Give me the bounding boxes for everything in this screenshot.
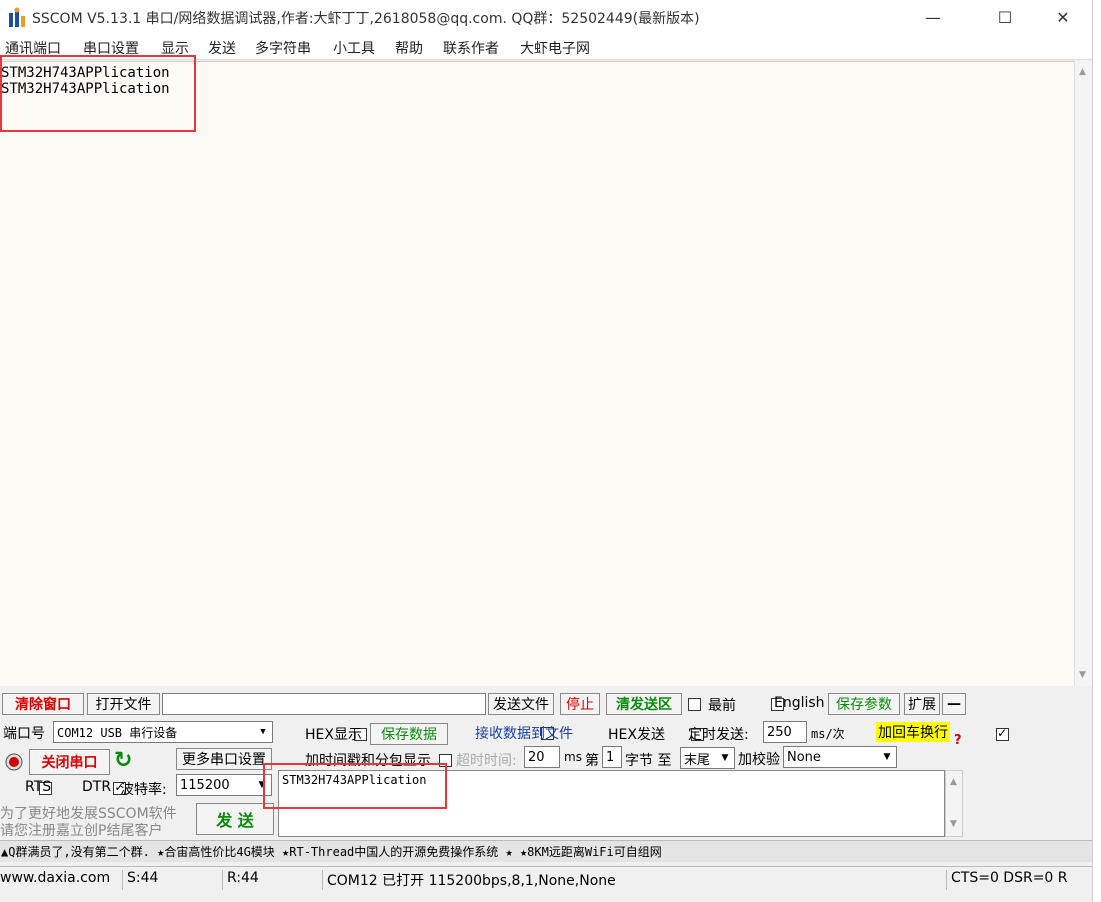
menu-multi-string[interactable]: 多字符串 — [255, 38, 311, 58]
app-icon — [9, 7, 25, 27]
rts-label: RTS — [25, 779, 52, 795]
byte-index-input[interactable]: 1 — [602, 746, 622, 768]
add-crlf-label: 加回车换行 — [876, 722, 950, 742]
english-label: English — [774, 695, 825, 711]
stop-button[interactable]: 停止 — [560, 693, 600, 715]
end-select[interactable]: 末尾 ▼ — [680, 747, 735, 769]
refresh-icon[interactable]: ↻ — [114, 748, 132, 773]
status-bar: www.daxia.com S:44 R:44 COM12 已打开 115200… — [0, 866, 1092, 892]
checksum-value: None — [787, 749, 821, 765]
chevron-down-icon[interactable]: ▼ — [718, 750, 732, 766]
baud-value: 115200 — [180, 777, 230, 793]
minimize-button[interactable]: — — [910, 0, 956, 34]
hex-send-label: HEX发送 — [608, 727, 665, 743]
baud-label: 波特率: — [120, 782, 167, 798]
scroll-up-icon[interactable]: ▲ — [950, 777, 957, 787]
recv-to-file-label: 接收数据到文件 — [475, 726, 573, 742]
scroll-down-icon[interactable]: ▼ — [1079, 670, 1086, 680]
receive-scrollbar[interactable]: ▲ ▼ — [1074, 61, 1092, 686]
status-lines: CTS=0 DSR=0 R — [946, 870, 1068, 890]
baud-select[interactable]: 115200 ▼ — [176, 774, 272, 796]
interval-unit: ms/次 — [811, 727, 845, 741]
port-value: COM12 USB 串行设备 — [57, 725, 178, 740]
receive-textarea[interactable]: STM32H743APPlication STM32H743APPlicatio… — [0, 61, 1074, 686]
ticker-text: ▲Q群满员了,没有第二个群. ★合宙高性价比4G模块 ★RT-Thread中国人… — [0, 840, 1092, 862]
send-scrollbar[interactable]: ▲ ▼ — [945, 770, 963, 837]
checksum-label: 加校验 — [738, 752, 780, 768]
chevron-down-icon[interactable]: ▼ — [256, 724, 270, 740]
background-window-edge — [1092, 0, 1101, 902]
byte-prefix: 第 — [585, 753, 599, 769]
timeout-unit: ms — [564, 750, 582, 764]
maximize-button[interactable]: ☐ — [982, 0, 1028, 34]
window-title: SSCOM V5.13.1 串口/网络数据调试器,作者:大虾丁丁,2618058… — [32, 11, 700, 27]
status-port-state: COM12 已打开 115200bps,8,1,None,None — [322, 870, 616, 890]
more-port-settings-button[interactable]: 更多串口设置 — [176, 748, 272, 770]
open-file-button[interactable]: 打开文件 — [87, 693, 160, 715]
send-file-button[interactable]: 发送文件 — [488, 693, 554, 715]
title-bar: SSCOM V5.13.1 串口/网络数据调试器,作者:大虾丁丁,2618058… — [0, 0, 1092, 34]
status-received: R:44 — [222, 870, 259, 890]
menu-contact-author[interactable]: 联系作者 — [443, 38, 499, 58]
menu-tools[interactable]: 小工具 — [333, 38, 375, 58]
timeout-label: 超时时间: — [456, 753, 517, 769]
status-sent: S:44 — [122, 870, 158, 890]
add-crlf-checkbox[interactable] — [996, 726, 1010, 741]
file-path-input[interactable] — [162, 693, 486, 715]
port-label: 端口号 — [3, 726, 45, 742]
save-params-button[interactable]: 保存参数 — [828, 693, 900, 715]
dtr-label: DTR — [82, 779, 112, 795]
timeout-input[interactable]: 20 — [524, 746, 560, 768]
help-icon[interactable]: ? — [954, 733, 962, 748]
port-select[interactable]: COM12 USB 串行设备 ▼ — [53, 721, 273, 743]
expand-button[interactable]: 扩展 — [904, 693, 940, 715]
chevron-down-icon[interactable]: ▼ — [880, 749, 894, 765]
port-status-icon — [5, 753, 23, 771]
close-port-button[interactable]: 关闭串口 — [29, 749, 110, 775]
promo-line-2: 请您注册嘉立创P结尾客户 — [0, 823, 163, 839]
status-site[interactable]: www.daxia.com — [0, 870, 110, 890]
collapse-button[interactable]: — — [942, 693, 966, 715]
clear-send-button[interactable]: 清发送区 — [606, 693, 682, 715]
topmost-checkbox[interactable] — [688, 698, 701, 711]
scroll-up-icon[interactable]: ▲ — [1079, 67, 1086, 77]
timed-send-label: 定时发送: — [688, 727, 749, 743]
clear-window-button[interactable]: 清除窗口 — [2, 693, 84, 715]
end-value: 末尾 — [684, 752, 711, 768]
topmost-label: 最前 — [708, 698, 736, 714]
checksum-select[interactable]: None ▼ — [783, 746, 897, 768]
interval-input[interactable]: 250 — [763, 721, 807, 743]
byte-suffix: 字节 至 — [625, 753, 672, 769]
hex-display-label: HEX显示 — [305, 727, 362, 743]
menu-daxia-site[interactable]: 大虾电子网 — [520, 38, 590, 58]
highlight-box — [263, 763, 447, 809]
menu-send[interactable]: 发送 — [208, 38, 236, 58]
scroll-down-icon[interactable]: ▼ — [950, 819, 957, 829]
save-data-button[interactable]: 保存数据 — [370, 723, 448, 745]
menu-help[interactable]: 帮助 — [395, 38, 423, 58]
highlight-box — [0, 55, 196, 132]
close-button[interactable]: ✕ — [1040, 0, 1086, 34]
